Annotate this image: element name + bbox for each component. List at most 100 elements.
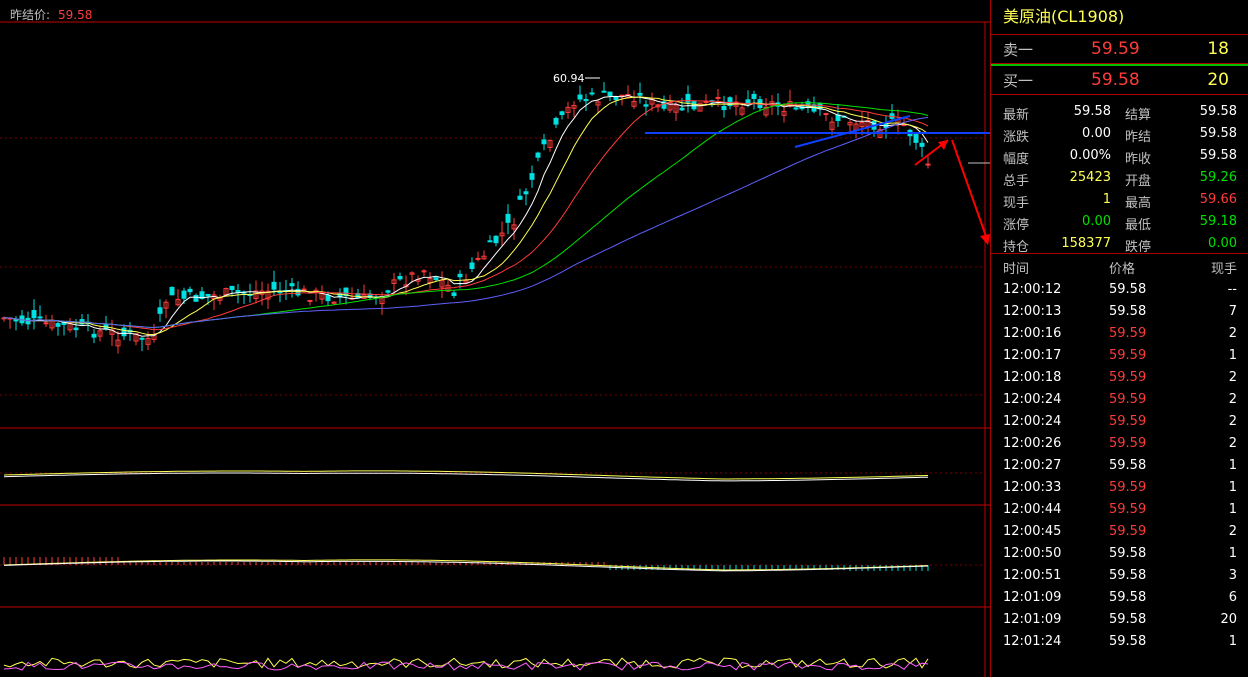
red-arrow-up-head (938, 140, 948, 150)
tick-row: 12:00:17 59.59 1 (991, 344, 1248, 366)
tick-price: 59.59 (1109, 414, 1147, 429)
ticks-header: 时间 价格 现手 (991, 254, 1248, 278)
tick-row: 12:00:45 59.59 2 (991, 520, 1248, 542)
stat-value: 158377 (1061, 236, 1111, 251)
candle-body (523, 191, 529, 195)
tick-row: 12:00:26 59.59 2 (991, 432, 1248, 454)
stat-label: 涨停 (1003, 218, 1030, 233)
ask-price: 59.59 (1091, 39, 1140, 59)
tick-volume: 2 (1228, 370, 1237, 385)
tick-price: 59.59 (1109, 326, 1147, 341)
moving-average-line (3, 116, 929, 329)
candle-body (679, 107, 685, 111)
bid-row[interactable]: 买一 59.58 20 (991, 64, 1248, 95)
tick-row: 12:00:16 59.59 2 (991, 322, 1248, 344)
candle-body (583, 99, 589, 102)
candle-body (721, 105, 727, 111)
tick-time: 12:00:13 (1003, 304, 1062, 319)
tick-time: 12:00:24 (1003, 392, 1062, 407)
tick-price: 59.58 (1109, 590, 1147, 605)
tick-row: 12:00:51 59.58 3 (991, 564, 1248, 586)
kline-chart[interactable]: 60.94 昨结价: 59.58 (0, 0, 990, 677)
candle-body (925, 163, 931, 166)
ticks-header-price: 价格 (1109, 262, 1136, 277)
stat-label: 持仓 (1003, 240, 1030, 255)
stat-row: 幅度 0.00% 昨收 59.58 (991, 145, 1248, 167)
candle-body (643, 104, 649, 107)
tick-row: 12:01:09 59.58 20 (991, 608, 1248, 630)
candle-body (493, 235, 499, 244)
stat-value: 1 (1102, 192, 1111, 207)
candle-body (13, 319, 19, 322)
candle-body (601, 90, 607, 93)
stat-value: 59.58 (1199, 104, 1237, 119)
candle-body (469, 262, 475, 269)
tick-time: 12:00:27 (1003, 458, 1062, 473)
stat-label: 幅度 (1003, 152, 1030, 167)
stat-label: 跌停 (1125, 240, 1152, 255)
candle-body (37, 316, 43, 319)
stat-label: 开盘 (1125, 174, 1152, 189)
tick-time: 12:00:16 (1003, 326, 1062, 341)
candle-body (271, 281, 277, 290)
ticks-header-vol: 现手 (1210, 262, 1237, 277)
bid-volume: 20 (1207, 70, 1229, 90)
candle-body (745, 99, 751, 104)
ask-label: 卖一 (1003, 41, 1034, 59)
candle-body (613, 96, 619, 101)
tick-price: 59.58 (1109, 304, 1147, 319)
tick-time: 12:00:24 (1003, 414, 1062, 429)
tick-volume: 1 (1228, 502, 1237, 517)
red-arrow-down (951, 139, 989, 243)
stat-label: 现手 (1003, 196, 1030, 211)
stat-value: 59.66 (1199, 192, 1237, 207)
candle-body (181, 290, 187, 299)
stat-label: 最高 (1125, 196, 1152, 211)
tick-time: 12:00:33 (1003, 480, 1062, 495)
tick-volume: 2 (1228, 524, 1237, 539)
tick-time: 12:00:17 (1003, 348, 1062, 363)
candle-body (901, 124, 907, 127)
candle-body (577, 94, 583, 100)
high-price-marker: 60.94 (553, 72, 585, 85)
tick-volume: 20 (1220, 612, 1237, 627)
tick-volume: 6 (1228, 590, 1237, 605)
tick-volume: 1 (1228, 480, 1237, 495)
tick-price: 59.58 (1109, 568, 1147, 583)
stat-value: 59.58 (1199, 126, 1237, 141)
stat-row: 持仓 158377 跌停 0.00 (991, 233, 1248, 255)
instrument-title: 美原油(CL1908) (991, 0, 1248, 35)
tick-price: 59.58 (1109, 634, 1147, 649)
tick-volume: 7 (1228, 304, 1237, 319)
stat-value: 59.58 (1073, 104, 1111, 119)
tick-volume: 2 (1228, 414, 1237, 429)
kline-svg[interactable]: 60.94 (0, 0, 990, 677)
stat-value: 0.00 (1208, 236, 1237, 251)
stat-value: 25423 (1069, 170, 1111, 185)
stat-row: 涨跌 0.00 昨结 59.58 (991, 123, 1248, 145)
rising-trendline (794, 115, 911, 148)
tick-volume: 1 (1228, 546, 1237, 561)
ticks-header-time: 时间 (1003, 262, 1030, 277)
stat-value: 59.58 (1199, 148, 1237, 163)
stat-row: 现手 1 最高 59.66 (991, 189, 1248, 211)
tick-time: 12:00:18 (1003, 370, 1062, 385)
candle-body (205, 293, 211, 297)
tick-time: 12:01:09 (1003, 612, 1062, 627)
tick-price: 59.59 (1109, 524, 1147, 539)
candle-body (139, 337, 145, 340)
candle-body (307, 299, 313, 302)
tick-price: 59.59 (1109, 502, 1147, 517)
candle-body (823, 113, 829, 116)
oscillator-line-2 (3, 661, 929, 671)
tick-volume: 2 (1228, 392, 1237, 407)
tick-row: 12:00:18 59.59 2 (991, 366, 1248, 388)
tick-price: 59.58 (1109, 282, 1147, 297)
tick-time: 12:00:12 (1003, 282, 1062, 297)
ticks-list[interactable]: 12:00:12 59.58 -- 12:00:13 59.58 7 12:00:16 59.… (991, 278, 1248, 652)
candle-body (457, 273, 463, 278)
moving-average-line (3, 100, 929, 331)
tick-volume: 2 (1228, 436, 1237, 451)
candle-body (553, 117, 559, 125)
ask-row[interactable]: 卖一 59.59 18 (991, 35, 1248, 64)
